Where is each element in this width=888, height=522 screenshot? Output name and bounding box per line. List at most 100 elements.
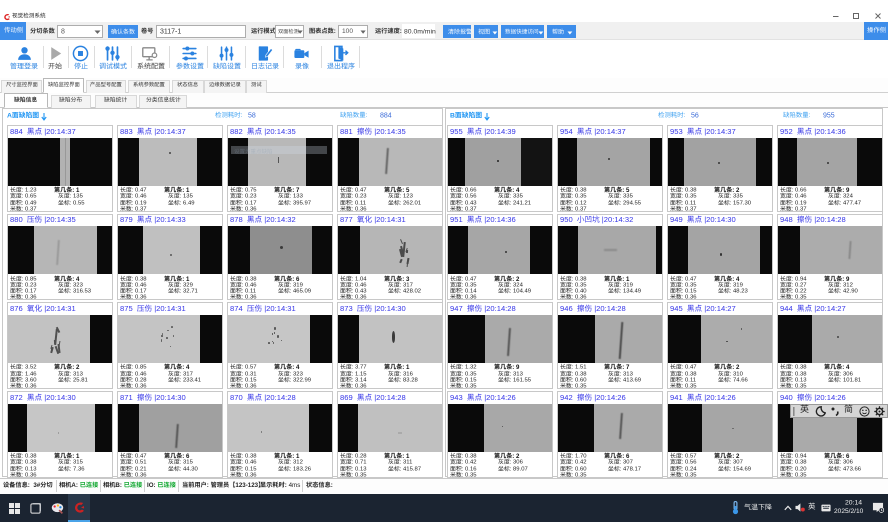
svg-text:952: 952 bbox=[780, 127, 797, 136]
svg-text:395.97: 395.97 bbox=[291, 200, 311, 206]
svg-text:3#: 3# bbox=[30, 482, 41, 489]
svg-text:322.99: 322.99 bbox=[291, 378, 311, 384]
svg-text:0.35: 0.35 bbox=[573, 384, 587, 390]
svg-text:|20:14:26: |20:14:26 bbox=[592, 393, 626, 402]
svg-text:478.17: 478.17 bbox=[621, 466, 641, 472]
svg-text:123-123: 123-123 bbox=[235, 482, 258, 489]
svg-text:100: 100 bbox=[342, 28, 353, 35]
svg-text:942: 942 bbox=[560, 393, 577, 402]
svg-text:415.87: 415.87 bbox=[401, 466, 421, 472]
svg-text:161.55: 161.55 bbox=[511, 378, 531, 384]
svg-text:|20:14:28: |20:14:28 bbox=[812, 215, 846, 224]
svg-text:74.66: 74.66 bbox=[731, 378, 748, 384]
svg-text:42.90: 42.90 bbox=[841, 289, 858, 295]
svg-text:944: 944 bbox=[780, 304, 797, 313]
svg-text:874: 874 bbox=[230, 304, 247, 313]
svg-text:477.47: 477.47 bbox=[841, 200, 861, 206]
svg-text:876: 876 bbox=[10, 304, 27, 313]
svg-text::: : bbox=[241, 112, 243, 119]
svg-text:32.71: 32.71 bbox=[181, 289, 197, 295]
svg-text:0.37: 0.37 bbox=[573, 206, 586, 212]
svg-text:0.36: 0.36 bbox=[573, 295, 587, 301]
svg-text:948: 948 bbox=[780, 215, 797, 224]
svg-text:0.36: 0.36 bbox=[243, 206, 257, 212]
svg-text:|20:14:35: |20:14:35 bbox=[262, 127, 296, 136]
svg-text:0.37: 0.37 bbox=[463, 206, 476, 212]
svg-text:0.36: 0.36 bbox=[243, 384, 257, 390]
svg-text:|20:14:31: |20:14:31 bbox=[262, 304, 296, 313]
svg-text:|20:14:28: |20:14:28 bbox=[482, 304, 516, 313]
svg-text::: : bbox=[366, 112, 368, 119]
svg-text:|20:14:30: |20:14:30 bbox=[42, 393, 76, 402]
svg-text:|20:14:32: |20:14:32 bbox=[262, 215, 296, 224]
svg-text:241.21: 241.21 bbox=[511, 200, 531, 206]
svg-text:56: 56 bbox=[691, 112, 699, 119]
svg-text:884: 884 bbox=[10, 127, 27, 136]
svg-text:0.36: 0.36 bbox=[463, 295, 477, 301]
svg-text:|20:14:36: |20:14:36 bbox=[482, 215, 516, 224]
svg-text:951: 951 bbox=[450, 215, 467, 224]
svg-text:|20:14:32: |20:14:32 bbox=[600, 215, 634, 224]
svg-text:869: 869 bbox=[340, 393, 357, 402]
svg-text:|20:14:33: |20:14:33 bbox=[152, 215, 186, 224]
svg-text:101.81: 101.81 bbox=[841, 378, 861, 384]
svg-text:|20:14:27: |20:14:27 bbox=[812, 304, 846, 313]
svg-text:882: 882 bbox=[230, 127, 247, 136]
svg-text::: : bbox=[334, 27, 336, 34]
svg-text:0.36: 0.36 bbox=[23, 384, 37, 390]
svg-text:104.49: 104.49 bbox=[511, 289, 531, 295]
svg-text:|20:14:28: |20:14:28 bbox=[592, 304, 626, 313]
svg-text:316.53: 316.53 bbox=[71, 289, 91, 295]
svg-text:157.30: 157.30 bbox=[731, 200, 751, 206]
svg-text:943: 943 bbox=[450, 393, 467, 402]
svg-text:44.30: 44.30 bbox=[181, 466, 198, 472]
svg-text:B: B bbox=[450, 112, 455, 119]
svg-text:883: 883 bbox=[120, 127, 137, 136]
svg-text:262.01: 262.01 bbox=[401, 200, 421, 206]
svg-text:0.35: 0.35 bbox=[683, 384, 697, 390]
svg-text:0.36: 0.36 bbox=[133, 384, 147, 390]
svg-text:953: 953 bbox=[670, 127, 687, 136]
svg-text:877: 877 bbox=[340, 215, 357, 224]
svg-text:233.41: 233.41 bbox=[181, 378, 201, 384]
svg-text:875: 875 bbox=[120, 304, 137, 313]
svg-text:|20:14:36: |20:14:36 bbox=[812, 127, 846, 136]
svg-text::: : bbox=[809, 112, 811, 119]
svg-text::: : bbox=[684, 112, 686, 119]
svg-text:|20:14:30: |20:14:30 bbox=[152, 393, 186, 402]
svg-text:|20:14:37: |20:14:37 bbox=[592, 127, 626, 136]
svg-text:0.35: 0.35 bbox=[793, 295, 807, 301]
svg-text:A: A bbox=[7, 112, 12, 119]
svg-text:881: 881 bbox=[340, 127, 357, 136]
svg-text:|20:14:27: |20:14:27 bbox=[702, 304, 736, 313]
svg-text::: : bbox=[331, 482, 333, 489]
svg-text:879: 879 bbox=[120, 215, 137, 224]
svg-text:|20:14:31: |20:14:31 bbox=[152, 304, 186, 313]
svg-text:0.37: 0.37 bbox=[133, 206, 146, 212]
svg-text:2025/2/10: 2025/2/10 bbox=[834, 508, 864, 515]
svg-text:8: 8 bbox=[61, 29, 65, 36]
svg-text:428.02: 428.02 bbox=[401, 289, 421, 295]
svg-text:|20:14:37: |20:14:37 bbox=[42, 127, 76, 136]
svg-text:413.69: 413.69 bbox=[621, 378, 641, 384]
svg-text:880: 880 bbox=[10, 215, 27, 224]
svg-text:884: 884 bbox=[380, 112, 392, 119]
svg-text:|20:14:39: |20:14:39 bbox=[482, 127, 516, 136]
svg-text:20:14: 20:14 bbox=[845, 499, 862, 506]
svg-text:0.37: 0.37 bbox=[23, 206, 36, 212]
svg-text:941: 941 bbox=[670, 393, 687, 402]
svg-text:465.09: 465.09 bbox=[291, 289, 311, 295]
svg-text:80.0m/min: 80.0m/min bbox=[404, 28, 436, 35]
svg-text:|20:14:37: |20:14:37 bbox=[152, 127, 186, 136]
svg-text:473.66: 473.66 bbox=[841, 466, 861, 472]
svg-text:871: 871 bbox=[120, 393, 137, 402]
svg-text:872: 872 bbox=[10, 393, 27, 402]
svg-text:0.36: 0.36 bbox=[353, 295, 367, 301]
svg-text:873: 873 bbox=[340, 304, 357, 313]
svg-text:183.26: 183.26 bbox=[291, 466, 311, 472]
svg-text:870: 870 bbox=[230, 393, 247, 402]
svg-text:0.37: 0.37 bbox=[683, 206, 696, 212]
svg-text:IO:: IO: bbox=[147, 482, 156, 489]
svg-text:|20:14:28: |20:14:28 bbox=[262, 393, 296, 402]
svg-text:|20:14:26: |20:14:26 bbox=[702, 393, 736, 402]
